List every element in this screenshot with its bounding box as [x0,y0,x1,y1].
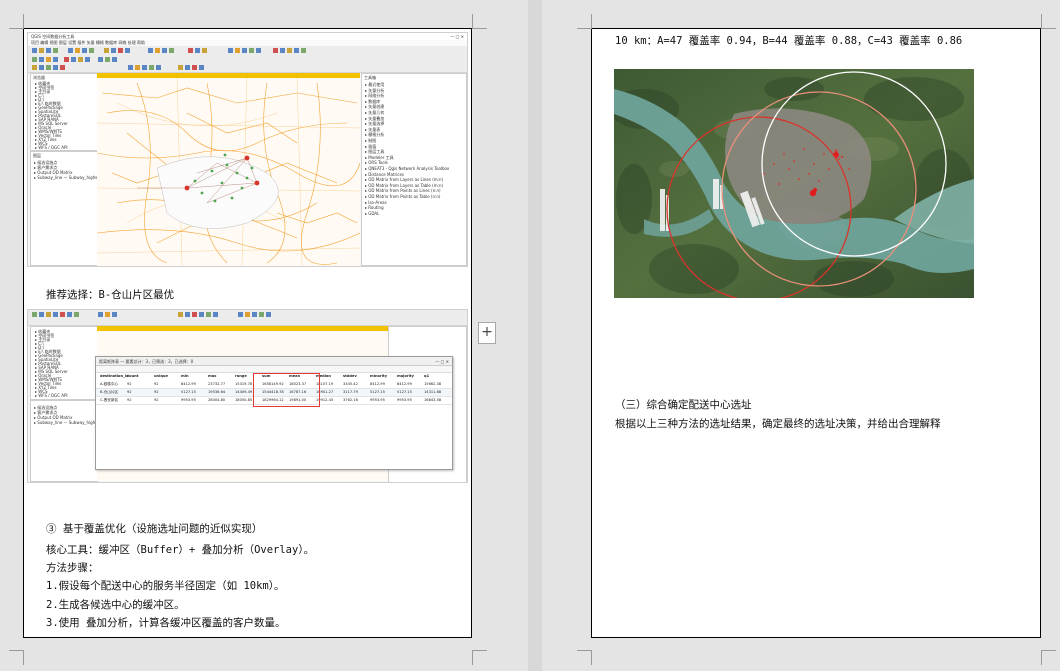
window-controls[interactable]: — □ ✕ [450,34,464,39]
table-cell: 92 [154,382,159,386]
table-cell: 5127.15 [370,390,385,394]
attribute-table-close[interactable]: — □ ✕ [435,359,449,364]
table-cell: 9953.95 [397,398,412,402]
recommendation-caption: 推荐选择：B-仓山片区最优 [46,289,175,301]
corner-mark [1041,14,1056,29]
table-cell: B-仓山片区 [100,390,119,394]
table-cell: 16843.58 [424,398,442,402]
toolbox-item[interactable]: ▸ Distance Matrices [365,172,404,177]
paragraph-4: 1.假设每个配送中心的服务半径固定（如 10km）。 [46,580,285,592]
coverage-result-line: 10 km：A=47 覆盖率 0.94，B=44 覆盖率 0.88，C=43 覆… [615,35,963,47]
attribute-table-window[interactable]: 距离矩阵表 — 要素总计：3，已筛选：3，已选择：0 — □ ✕ destina… [95,356,453,470]
table-cell: 92 [127,398,132,402]
table-header-cell[interactable]: unique [154,374,168,378]
table-cell: 8412.99 [181,382,196,386]
map-tab-2[interactable] [97,326,397,331]
processing-toolbox[interactable]: 工具箱 ▸ 最近使用 ▸ 矢量分析 ▸ 网络分析 ▸ 数据库 ▸ 矢量创建 ▸ 矢量几何 ▸… [361,73,467,266]
paragraph-3: 方法步骤： [46,562,99,574]
map-canvas[interactable] [97,73,360,266]
table-header-cell[interactable]: majority [397,374,414,378]
layers-panel-title: 图层 [33,153,41,158]
table-cell: 92 [127,382,132,386]
table-header-cell[interactable]: max [208,374,217,378]
layers-panel[interactable]: 图层 ▸ 候选设施点 ▸ 客户需求点 ▸ Output OD Matrix ▸ Sub… [30,151,112,266]
table-cell: 15319.78 [235,382,253,386]
browser-item[interactable]: ▸ WFS / OGC API [35,393,68,398]
paragraph-6: 3.使用 叠加分析，计算各缓冲区覆盖的客户数量。 [46,617,286,629]
toolbox-item[interactable]: ▸ Iso-Areas [365,200,387,205]
corner-mark [472,14,487,29]
table-cell: 14409.49 [235,390,253,394]
table-cell: 9953.95 [181,398,196,402]
toolbox-item[interactable]: ▸ Routing [365,205,384,210]
table-cell: 5127.15 [181,390,196,394]
toolbox-item[interactable]: ▸ OD Matrix from Layers as Table (m:n) [365,183,443,188]
satellite-buffer-image [614,69,974,298]
table-cell: 8412.99 [397,382,412,386]
table-cell: 23732.77 [208,382,226,386]
corner-mark [9,14,24,29]
table-cell: 92 [154,390,159,394]
table-header-cell[interactable]: q1 [424,374,429,378]
table-cell: 92 [154,398,159,402]
table-header-cell[interactable]: stddev [343,374,357,378]
corner-mark [472,650,487,665]
toolbox-item[interactable]: ▸ OD Matrix from Layers as Lines (m:n) [365,177,443,182]
page-gap [528,0,542,671]
table-cell: C-晋安新区 [100,398,119,402]
browser-item[interactable]: ▸ WFS / OGC API [35,145,68,150]
table-header-cell[interactable]: min [181,374,189,378]
toolbox-item[interactable]: ▸ GDAL [365,211,379,216]
attribute-table-title: 距离矩阵表 — 要素总计：3，已筛选：3，已选择：0 [99,359,194,364]
browser-panel[interactable]: 浏览器 ▸ 收藏夹 ▸ 空间书签 ▸ 主目录 ▸ C:\ ▸ D:\ ▸ E:\ 临时数据… [30,73,98,151]
toolbox-item[interactable]: ▸ OD Matrix from Points as Lines (n:n) [365,188,441,193]
attribute-table-toolbar[interactable] [96,366,452,373]
toolbox-item[interactable]: ▸ QNEAT3 - Qgis Network Analysis Toolbox [365,166,449,171]
table-header-cell[interactable]: range [235,374,247,378]
toolbox-title: 工具箱 [364,75,376,80]
table-cell: 3345.42 [343,382,358,386]
attribute-table-titlebar: 距离矩阵表 — 要素总计：3，已筛选：3，已选择：0 — □ ✕ [96,357,452,366]
table-cell: 19536.64 [208,390,226,394]
table-cell: A-鼓楼中心 [100,382,119,386]
table-cell: 9953.95 [370,398,385,402]
browser-panel-2[interactable]: ▸ 收藏夹 ▸ 空间书签 ▸ 主目录 ▸ C:\ ▸ D:\ ▸ E:\ 临时数据 ▸ Ge… [30,326,98,400]
table-cell: 14311.88 [424,390,442,394]
table-header-cell[interactable]: count [127,374,138,378]
paragraph-1: ③ 基于覆盖优化（设施选址问题的近似实现） [46,523,263,535]
table-cell: 8412.99 [370,382,385,386]
toolbox-item[interactable]: ▸ ORS Tools [365,160,388,165]
corner-mark [577,14,592,29]
table-header-cell[interactable]: minority [370,374,387,378]
qgis-screenshot-1: QGIS 空间数据分析工具 — □ ✕ 项目 编辑 视图 图层 设置 插件 矢量… [27,32,468,267]
table-header-cell[interactable]: destination_id [100,374,129,378]
section-body: 根据以上三种方法的选址结果，确定最终的选址决策，并给出合理解释 [615,418,941,430]
corner-mark [9,650,24,665]
road-network-map [97,73,360,266]
paragraph-2: 核心工具：缓冲区（Buffer）+ 叠加分析（Overlay）。 [46,544,315,556]
toolbar-icons[interactable] [28,46,467,72]
table-cell: 3117.79 [343,390,358,394]
toolbox-item[interactable]: ▸ OD Matrix from Points as Table (n:n) [365,194,440,199]
section-heading: （三）综合确定配送中心选址 [615,399,752,411]
highlight-box [253,373,320,407]
add-page-button[interactable]: + [478,322,496,344]
corner-mark [1041,650,1056,665]
layers-panel-2[interactable]: ▸ 候选设施点 ▸ 客户需求点 ▸ Output OD Matrix ▸ Subway… [30,400,112,482]
corner-mark [577,650,592,665]
table-cell: 15662.38 [424,382,442,386]
table-cell: 5127.15 [397,390,412,394]
table-cell: 3762.16 [343,398,358,402]
paragraph-5: 2.生成各候选中心的缓冲区。 [46,599,185,611]
table-cell: 92 [127,390,132,394]
table-cell: 18050.85 [235,398,253,402]
table-cell: 28004.80 [208,398,226,402]
toolbar-icons-2[interactable] [28,310,467,325]
